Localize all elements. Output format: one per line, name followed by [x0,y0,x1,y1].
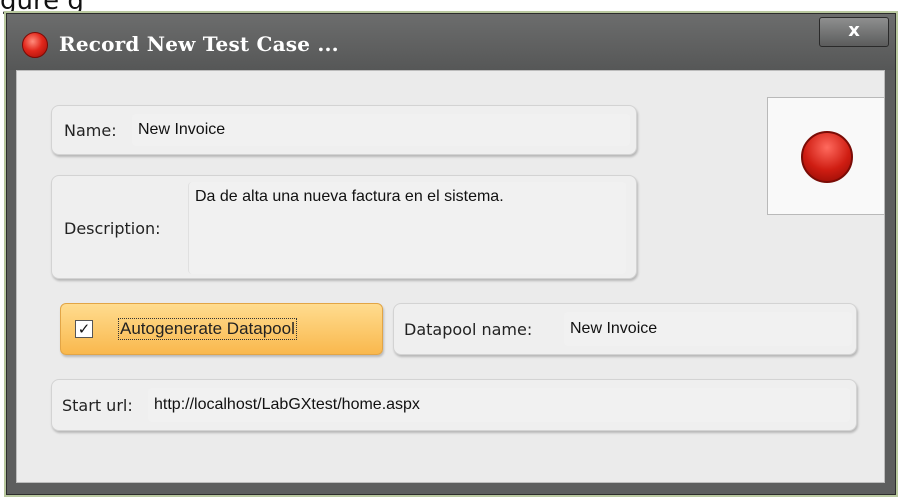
record-button[interactable] [767,97,885,215]
autogenerate-label: Autogenerate Datapool [118,318,297,340]
record-app-icon [22,32,48,58]
name-input[interactable]: New Invoice [132,114,630,146]
description-panel: Description: Da de alta una nueva factur… [51,175,637,279]
name-label: Name: [64,121,117,140]
close-button[interactable]: x [819,17,889,47]
autogenerate-datapool-option[interactable]: ✓ Autogenerate Datapool [60,303,383,355]
autogenerate-checkbox[interactable]: ✓ [75,320,93,338]
datapool-name-label: Datapool name: [404,320,533,339]
description-textarea[interactable]: Da de alta una nueva factura en el siste… [188,182,626,274]
name-panel: Name: New Invoice [51,105,637,155]
description-label: Description: [64,219,161,238]
close-icon: x [848,20,860,41]
start-url-input[interactable]: http://localhost/LabGXtest/home.aspx [148,388,850,422]
datapool-name-input[interactable]: New Invoice [564,312,852,346]
record-dialog: Record New Test Case ... x Name: New Inv… [6,13,896,495]
start-url-panel: Start url: http://localhost/LabGXtest/ho… [51,379,857,431]
datapool-name-panel: Datapool name: New Invoice [393,303,857,355]
start-url-label: Start url: [62,396,133,415]
window-title: Record New Test Case ... [59,32,339,56]
title-bar[interactable]: Record New Test Case ... x [7,14,895,70]
dialog-body: Name: New Invoice Description: Da de alt… [16,70,885,483]
record-icon [801,131,853,183]
